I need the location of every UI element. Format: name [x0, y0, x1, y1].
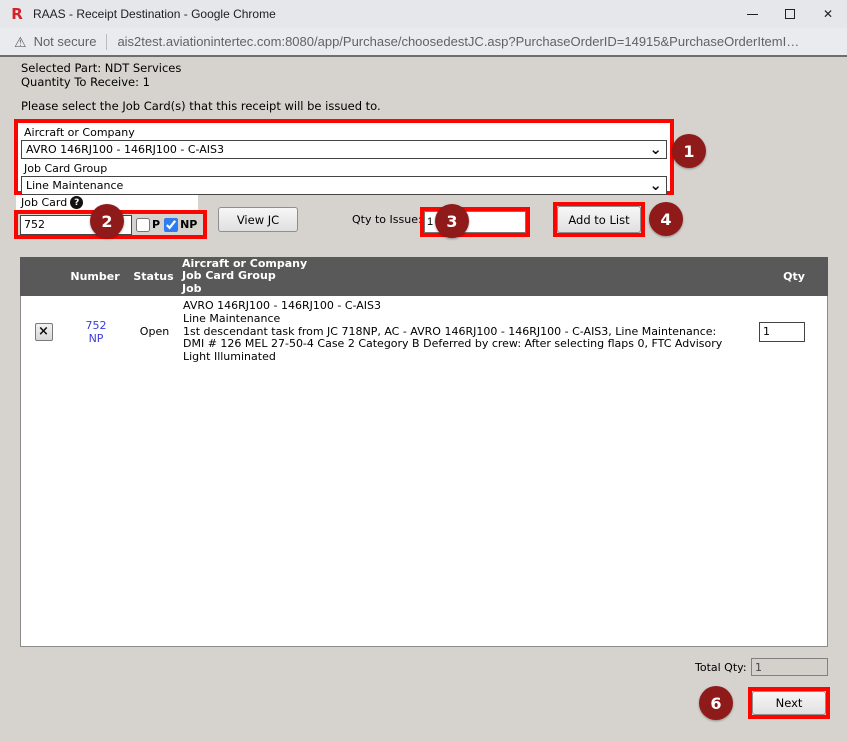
header-desc-line3: Job	[182, 283, 760, 296]
row-remove-cell: ×	[21, 323, 66, 341]
row-aircraft: AVRO 146RJ100 - 146RJ100 - C-AIS3	[183, 300, 731, 313]
row-number-line1: 752	[66, 319, 126, 332]
maximize-button[interactable]	[771, 0, 809, 28]
job-card-table: Number Status Aircraft or Company Job Ca…	[20, 257, 828, 647]
job-card-group-label: Job Card Group	[24, 162, 667, 175]
total-qty-input	[751, 658, 828, 676]
title-bar: R RAAS - Receipt Destination - Google Ch…	[0, 0, 847, 28]
qty-to-issue-label: Qty to Issue:	[352, 213, 422, 226]
chevron-down-icon: ⌄	[649, 176, 662, 195]
row-description: AVRO 146RJ100 - 146RJ100 - C-AIS3 Line M…	[183, 296, 759, 368]
page-content: Selected Part: NDT Services Quantity To …	[0, 57, 847, 739]
maximize-icon	[785, 9, 795, 19]
view-jc-button[interactable]: View JC	[218, 207, 298, 232]
quantity-to-receive-text: Quantity To Receive: 1	[21, 75, 150, 89]
row-qty-input[interactable]	[759, 322, 805, 342]
close-button[interactable]: ✕	[809, 0, 847, 28]
url-text[interactable]: ais2test.aviationintertec.com:8080/app/P…	[117, 34, 799, 49]
annotation-box-dropdowns: Aircraft or Company AVRO 146RJ100 - 146R…	[14, 119, 674, 195]
add-to-list-button[interactable]: Add to List	[557, 206, 641, 233]
remove-x-icon: ×	[38, 325, 49, 338]
annotation-badge-4: 4	[649, 202, 683, 236]
window-controls: ✕	[733, 0, 847, 28]
p-checkbox-label: P	[152, 218, 160, 231]
close-icon: ✕	[823, 7, 833, 21]
aircraft-or-company-value: AVRO 146RJ100 - 146RJ100 - C-AIS3	[26, 143, 224, 156]
np-checkbox-label: NP	[180, 218, 197, 231]
np-checkbox[interactable]	[164, 218, 178, 232]
header-qty: Qty	[760, 270, 828, 283]
aircraft-or-company-label: Aircraft or Company	[24, 126, 667, 139]
aircraft-or-company-select[interactable]: AVRO 146RJ100 - 146RJ100 - C-AIS3 ⌄	[21, 140, 667, 159]
instruction-text: Please select the Job Card(s) that this …	[21, 99, 381, 113]
header-status: Status	[125, 270, 182, 283]
next-button[interactable]: Next	[752, 691, 826, 715]
not-secure-label[interactable]: Not secure	[34, 34, 97, 49]
job-card-group-value: Line Maintenance	[26, 179, 123, 192]
row-group: Line Maintenance	[183, 313, 731, 326]
header-desc-line2: Job Card Group	[182, 270, 760, 283]
header-description: Aircraft or Company Job Card Group Job	[182, 258, 760, 296]
annotation-box-add-to-list: Add to List	[553, 202, 645, 237]
header-number: Number	[65, 270, 125, 283]
annotation-badge-2: 2	[90, 204, 124, 238]
chrome-popup-window: R RAAS - Receipt Destination - Google Ch…	[0, 0, 847, 741]
minimize-icon	[747, 14, 758, 15]
annotation-badge-1: 1	[672, 134, 706, 168]
table-header-row: Number Status Aircraft or Company Job Ca…	[20, 257, 828, 296]
annotation-badge-3: 3	[435, 204, 469, 238]
annotation-badge-6: 6	[699, 686, 733, 720]
address-bar: ⚠ Not secure ais2test.aviationintertec.c…	[0, 28, 847, 57]
row-status: Open	[126, 325, 183, 338]
not-secure-warning-icon: ⚠	[14, 35, 27, 49]
row-qty-cell	[759, 322, 827, 342]
total-qty-label: Total Qty:	[695, 661, 747, 674]
annotation-box-next: Next	[748, 687, 830, 719]
remove-row-button[interactable]: ×	[35, 323, 53, 341]
help-icon[interactable]: ?	[70, 196, 83, 209]
job-card-group-select[interactable]: Line Maintenance ⌄	[21, 176, 667, 195]
window-title: RAAS - Receipt Destination - Google Chro…	[33, 7, 276, 21]
url-divider	[106, 34, 107, 50]
row-number-line2: NP	[66, 332, 126, 345]
row-number-link[interactable]: 752 NP	[66, 319, 126, 345]
table-row: × 752 NP Open AVRO 146RJ100 - 146RJ100 -…	[21, 296, 827, 368]
selected-part-text: Selected Part: NDT Services	[21, 61, 181, 75]
p-checkbox[interactable]	[136, 218, 150, 232]
chevron-down-icon: ⌄	[649, 140, 662, 159]
raas-logo-icon: R	[9, 6, 25, 22]
row-job: 1st descendant task from JC 718NP, AC - …	[183, 326, 731, 364]
minimize-button[interactable]	[733, 0, 771, 28]
job-card-label: Job Card	[21, 196, 67, 209]
